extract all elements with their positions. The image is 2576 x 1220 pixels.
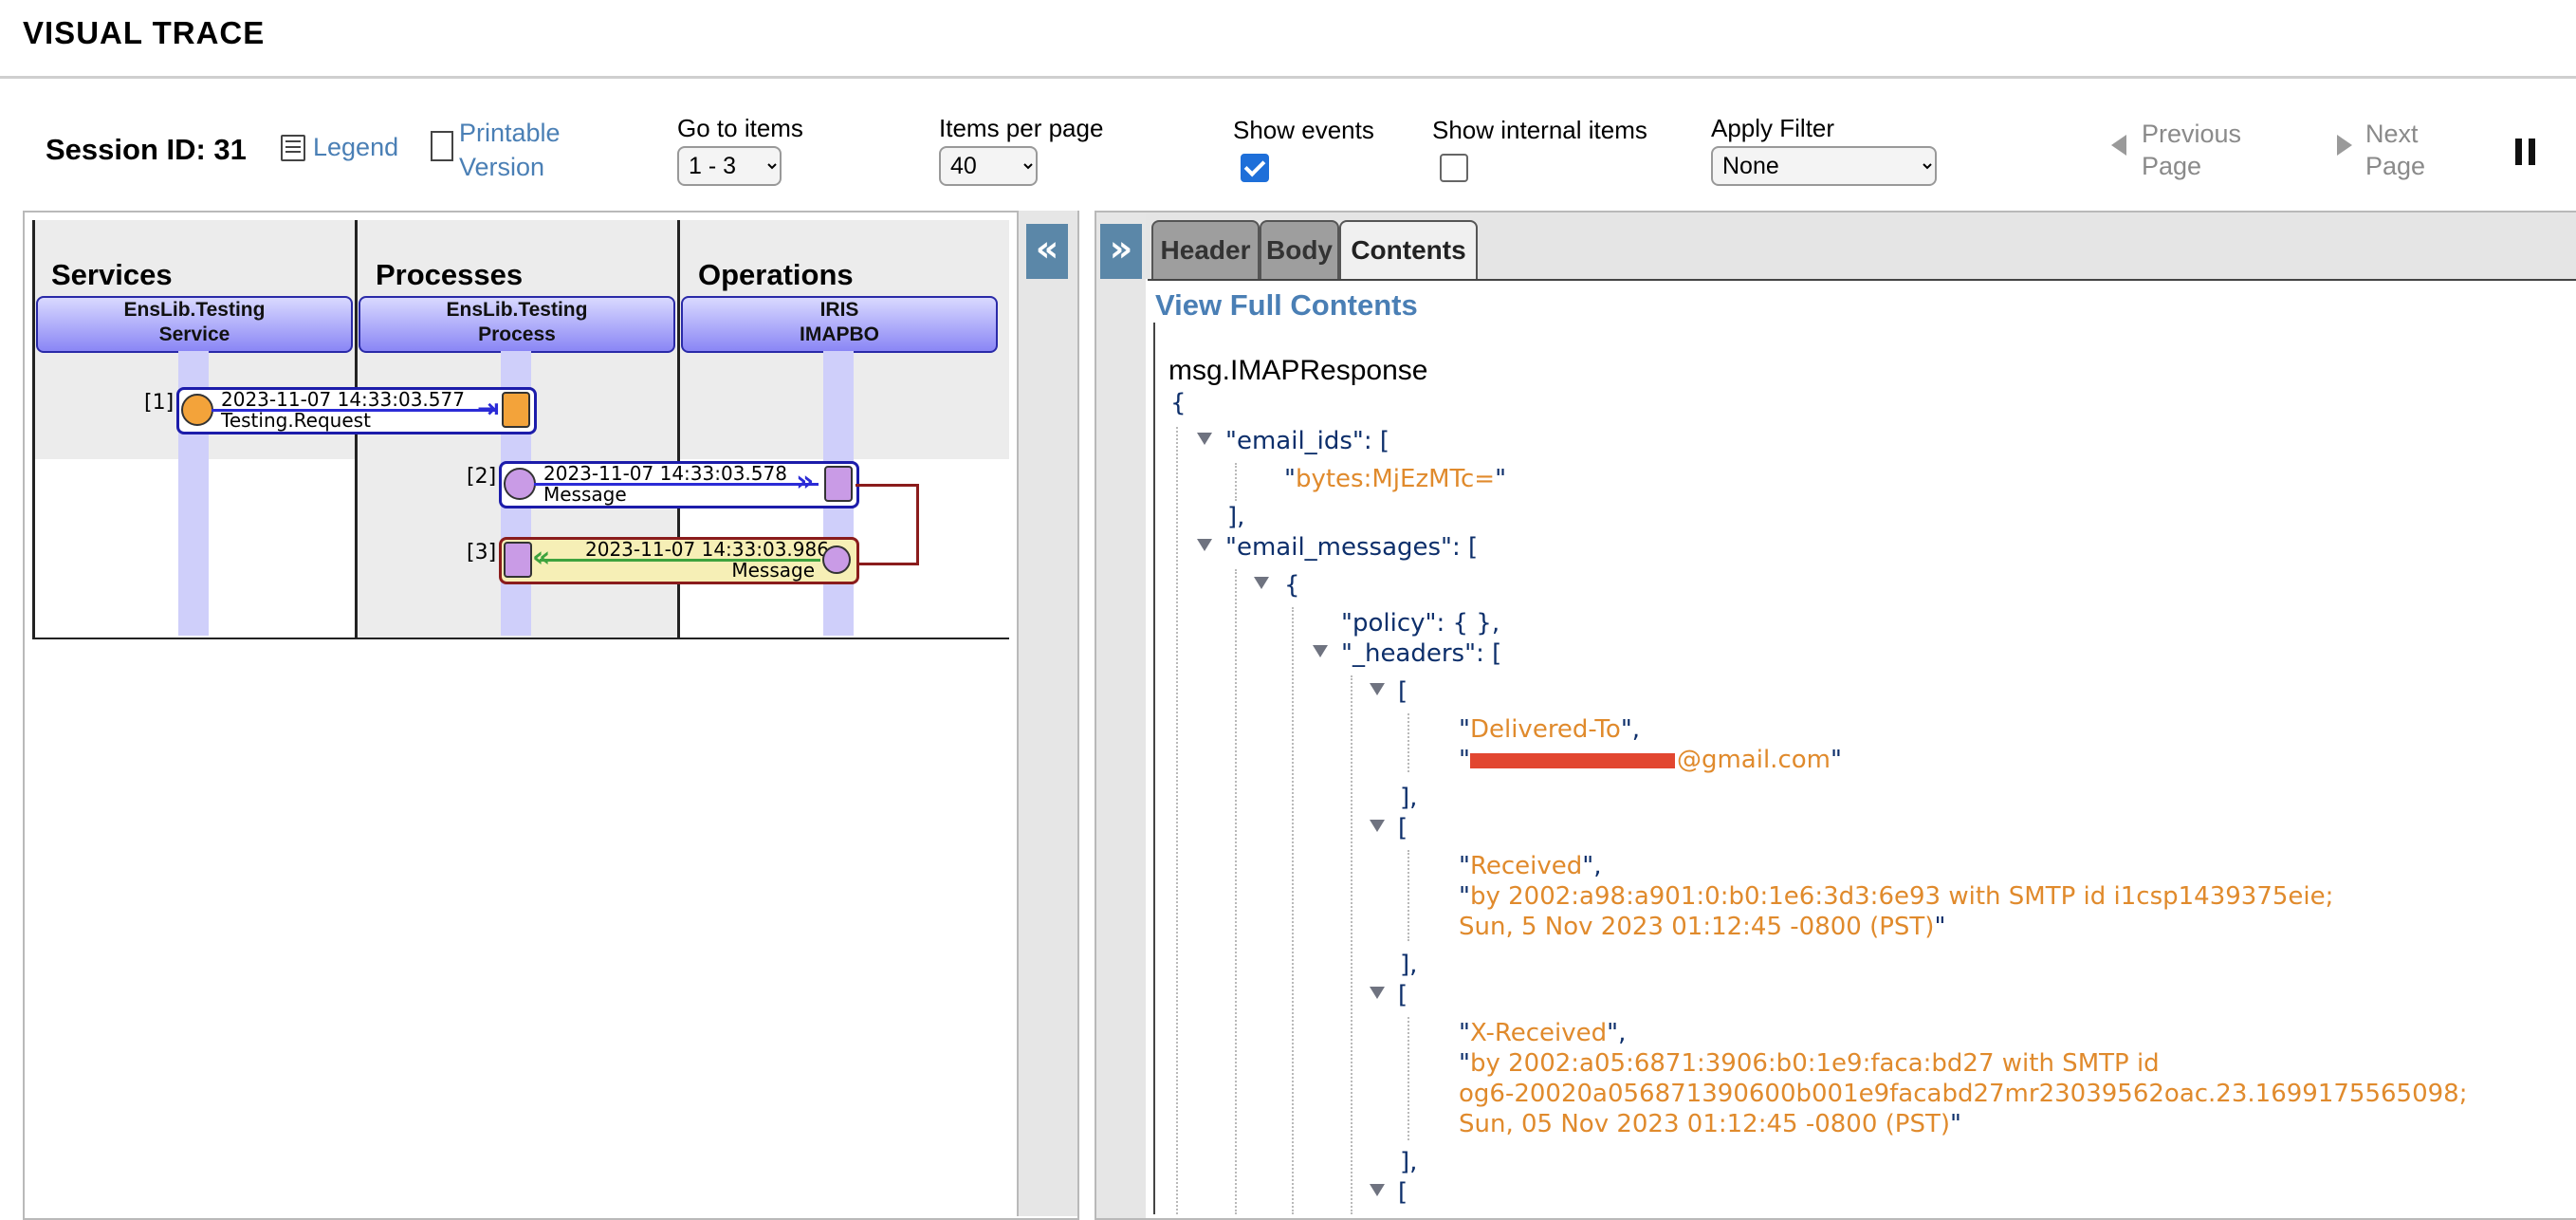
view-full-contents-link[interactable]: View Full Contents: [1155, 288, 1418, 323]
previous-page-icon[interactable]: [2111, 135, 2126, 156]
tab-body[interactable]: Body: [1260, 220, 1339, 279]
collapse-toggle-icon[interactable]: [1254, 577, 1269, 589]
tab-contents[interactable]: Contents: [1339, 220, 1478, 281]
next-page-button[interactable]: Next Page: [2365, 118, 2425, 182]
open-brace: {: [1170, 389, 1187, 417]
header-value: "by 2002:a98:a901:0:b0:1e6:3d3:6e93 with…: [1459, 882, 2334, 911]
goto-items-label: Go to items: [677, 114, 803, 142]
email-messages-key: "email_messages": [: [1225, 533, 1479, 562]
page-title: VISUAL TRACE: [23, 15, 266, 50]
policy-entry: "policy": { },: [1341, 609, 1500, 638]
legend-icon[interactable]: [281, 135, 305, 161]
close-bracket: ],: [1400, 784, 1418, 812]
header-name: "X-Received",: [1459, 1019, 1627, 1047]
printable-icon[interactable]: [431, 131, 453, 161]
goto-items-select[interactable]: 1 - 3: [677, 146, 782, 186]
collapse-toggle-icon[interactable]: [1370, 683, 1385, 695]
pause-icon[interactable]: [2515, 139, 2538, 165]
message-class-name: msg.IMAPResponse: [1168, 355, 1428, 386]
open-bracket: [: [1398, 677, 1408, 706]
double-arrow-left-icon: «: [532, 541, 551, 574]
close-bracket: ],: [1400, 1148, 1418, 1176]
header-value: "by 2002:a05:6871:3906:b0:1e9:faca:bd27 …: [1459, 1049, 2160, 1078]
double-arrow-right-icon: »: [796, 465, 815, 498]
close-bracket: ],: [1400, 951, 1418, 979]
message-row[interactable]: 2023-11-07 14:33:03.578 Message »: [499, 461, 859, 508]
host-process[interactable]: EnsLib.Testing Process: [359, 296, 675, 353]
items-per-page-label: Items per page: [939, 114, 1104, 142]
collapse-toggle-icon[interactable]: [1197, 433, 1212, 445]
email-id-value: "bytes:MjEzMTc=": [1284, 465, 1507, 493]
host-service[interactable]: EnsLib.Testing Service: [36, 296, 353, 353]
operation-node: [824, 466, 853, 502]
message-row[interactable]: 2023-11-07 14:33:03.577 Testing.Request …: [176, 387, 537, 434]
collapse-toggle-icon[interactable]: [1370, 820, 1385, 832]
session-id: Session ID: 31: [46, 133, 247, 166]
collapse-toggle-icon[interactable]: [1370, 987, 1385, 999]
open-bracket: [: [1398, 814, 1408, 842]
message-index: [1]: [144, 391, 175, 415]
previous-page-button[interactable]: Previous Page: [2142, 118, 2241, 182]
collapse-right-button[interactable]: »: [1100, 224, 1142, 279]
open-bracket: [: [1398, 1178, 1408, 1207]
header-name: "Delivered-To",: [1459, 715, 1641, 744]
host-operation[interactable]: IRIS IMAPBO: [681, 296, 998, 353]
headers-key: "_headers": [: [1341, 639, 1502, 668]
email-ids-key: "email_ids": [: [1225, 427, 1390, 455]
redaction-mark: [1469, 752, 1675, 768]
collapse-toggle-icon[interactable]: [1313, 645, 1328, 657]
apply-filter-select[interactable]: None: [1711, 146, 1937, 186]
message-index: [2]: [467, 465, 497, 489]
column-header-processes: Processes: [376, 258, 524, 291]
collapse-toggle-icon[interactable]: [1197, 539, 1212, 551]
panel-splitter: [1017, 211, 1077, 1216]
process-node: [502, 392, 530, 428]
tab-header[interactable]: Header: [1151, 220, 1260, 279]
open-bracket: [: [1398, 981, 1408, 1009]
header-divider: [0, 76, 2576, 79]
process-node: [504, 542, 532, 578]
header-value-cont: og6-20020a056871390600b001e9facabd27mr23…: [1459, 1080, 2468, 1108]
legend-link[interactable]: Legend: [313, 133, 398, 162]
apply-filter-label: Apply Filter: [1711, 114, 1835, 142]
collapse-left-button[interactable]: «: [1026, 224, 1068, 279]
message-index: [3]: [467, 541, 497, 564]
column-header-operations: Operations: [698, 258, 854, 291]
printable-version-link[interactable]: Printable Version: [459, 116, 561, 184]
header-value-cont: Sun, 05 Nov 2023 01:12:45 -0800 (PST)": [1459, 1110, 1961, 1138]
open-brace: {: [1284, 571, 1300, 600]
arrow-right-icon: ⇥: [477, 393, 500, 424]
header-value: " @gmail.com": [1459, 746, 1842, 774]
column-header-services: Services: [51, 258, 173, 291]
trace-diagram-panel: Services Processes Operations EnsLib.Tes…: [23, 211, 1079, 1220]
show-internal-items-checkbox[interactable]: [1440, 154, 1468, 182]
message-row[interactable]: 2023-11-07 14:33:03.986 Message «: [499, 537, 859, 584]
collapse-toggle-icon[interactable]: [1370, 1184, 1385, 1196]
show-events-label: Show events: [1233, 116, 1374, 144]
header-name: "Received",: [1459, 852, 1602, 880]
show-events-checkbox[interactable]: [1241, 154, 1269, 182]
operation-node: [822, 545, 851, 574]
process-node: [504, 468, 536, 500]
header-value-cont: Sun, 5 Nov 2023 01:12:45 -0800 (PST)": [1459, 913, 1946, 941]
service-node: [181, 394, 213, 426]
next-page-icon[interactable]: [2337, 135, 2352, 156]
close-bracket: ],: [1227, 503, 1245, 531]
items-per-page-select[interactable]: 40: [939, 146, 1038, 186]
show-internal-items-label: Show internal items: [1432, 116, 1647, 144]
